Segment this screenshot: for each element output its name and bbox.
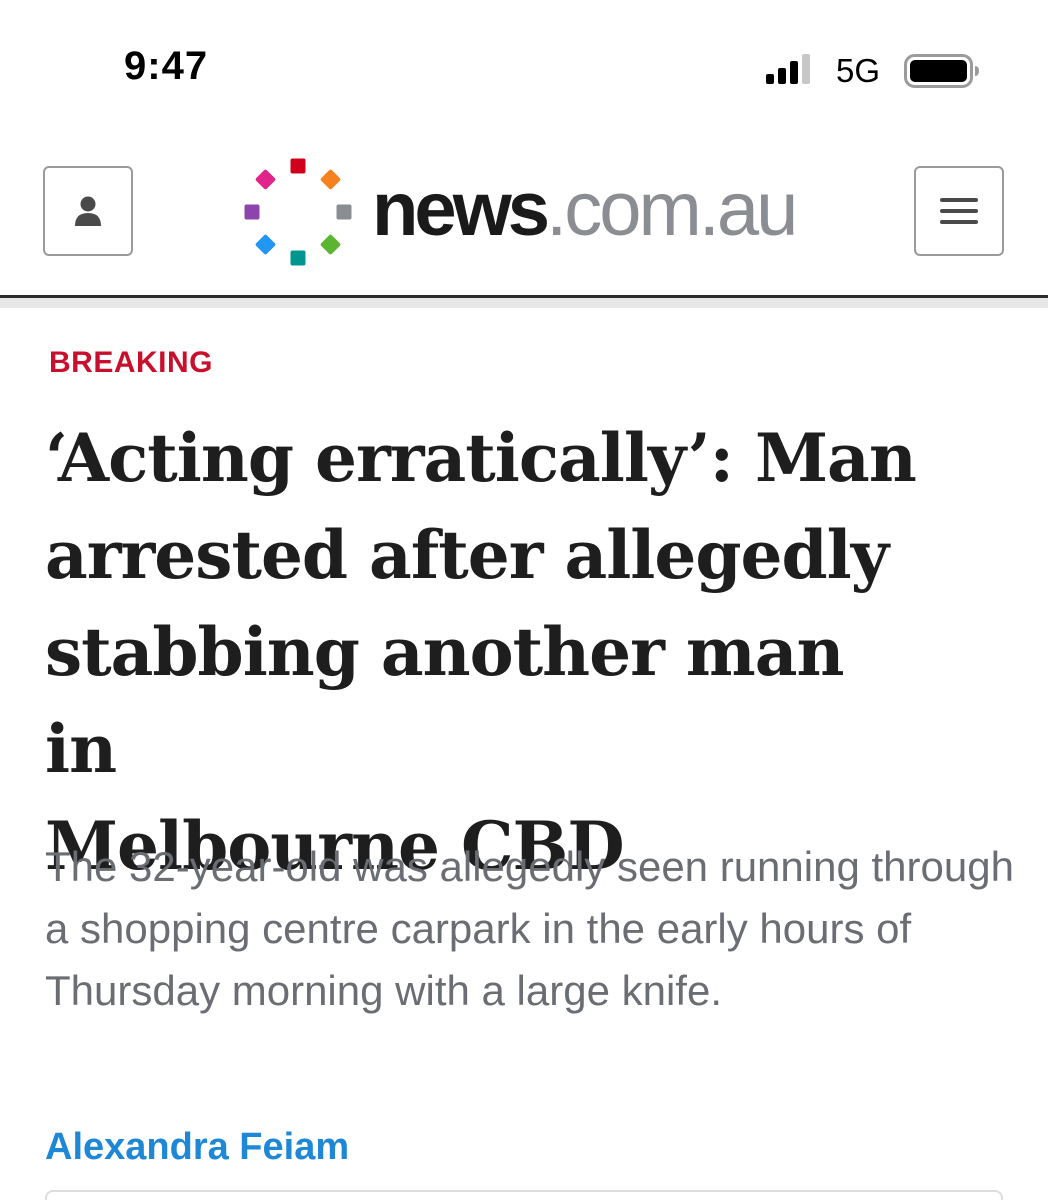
logo-wordmark-domain: .com.au bbox=[546, 167, 798, 252]
article-standfirst: The 32-year-old was allegedly seen runni… bbox=[45, 843, 1014, 1014]
content-card-edge bbox=[45, 1190, 1003, 1200]
logo-dot bbox=[255, 234, 276, 255]
logo-dot bbox=[290, 250, 306, 266]
logo-dot bbox=[320, 169, 341, 190]
logo-dot bbox=[290, 158, 306, 174]
category-label[interactable]: BREAKING bbox=[49, 346, 213, 380]
author-link[interactable]: Alexandra Feiam bbox=[45, 1126, 349, 1169]
battery-icon bbox=[904, 54, 979, 88]
hamburger-menu-icon bbox=[940, 198, 978, 224]
logo-dot bbox=[255, 169, 276, 190]
network-type-label: 5G bbox=[836, 52, 881, 89]
logo-dot bbox=[244, 204, 260, 220]
account-button[interactable] bbox=[43, 166, 133, 256]
logo-wordmark-news: news bbox=[372, 167, 550, 252]
site-logo[interactable]: news.com.au bbox=[236, 150, 816, 274]
header-separator bbox=[0, 298, 1048, 308]
headline-line: arrested after allegedly bbox=[45, 516, 889, 594]
menu-button[interactable] bbox=[914, 166, 1004, 256]
cellular-signal-icon bbox=[766, 54, 810, 84]
logo-dot bbox=[336, 204, 352, 220]
logo-dot bbox=[320, 234, 341, 255]
site-header: news.com.au bbox=[0, 120, 1048, 298]
headline-line: stabbing another man in bbox=[45, 613, 844, 788]
status-bar: 9:47 5G bbox=[0, 0, 1048, 120]
person-icon bbox=[75, 196, 101, 226]
logo-mark-icon bbox=[244, 158, 352, 266]
headline-line: ‘Acting erratically’: Man bbox=[45, 419, 917, 497]
logo-wordmark: news.com.au bbox=[372, 172, 798, 248]
status-time: 9:47 bbox=[124, 44, 209, 88]
article-headline: ‘Acting erratically’: Man arrested after… bbox=[45, 410, 925, 895]
